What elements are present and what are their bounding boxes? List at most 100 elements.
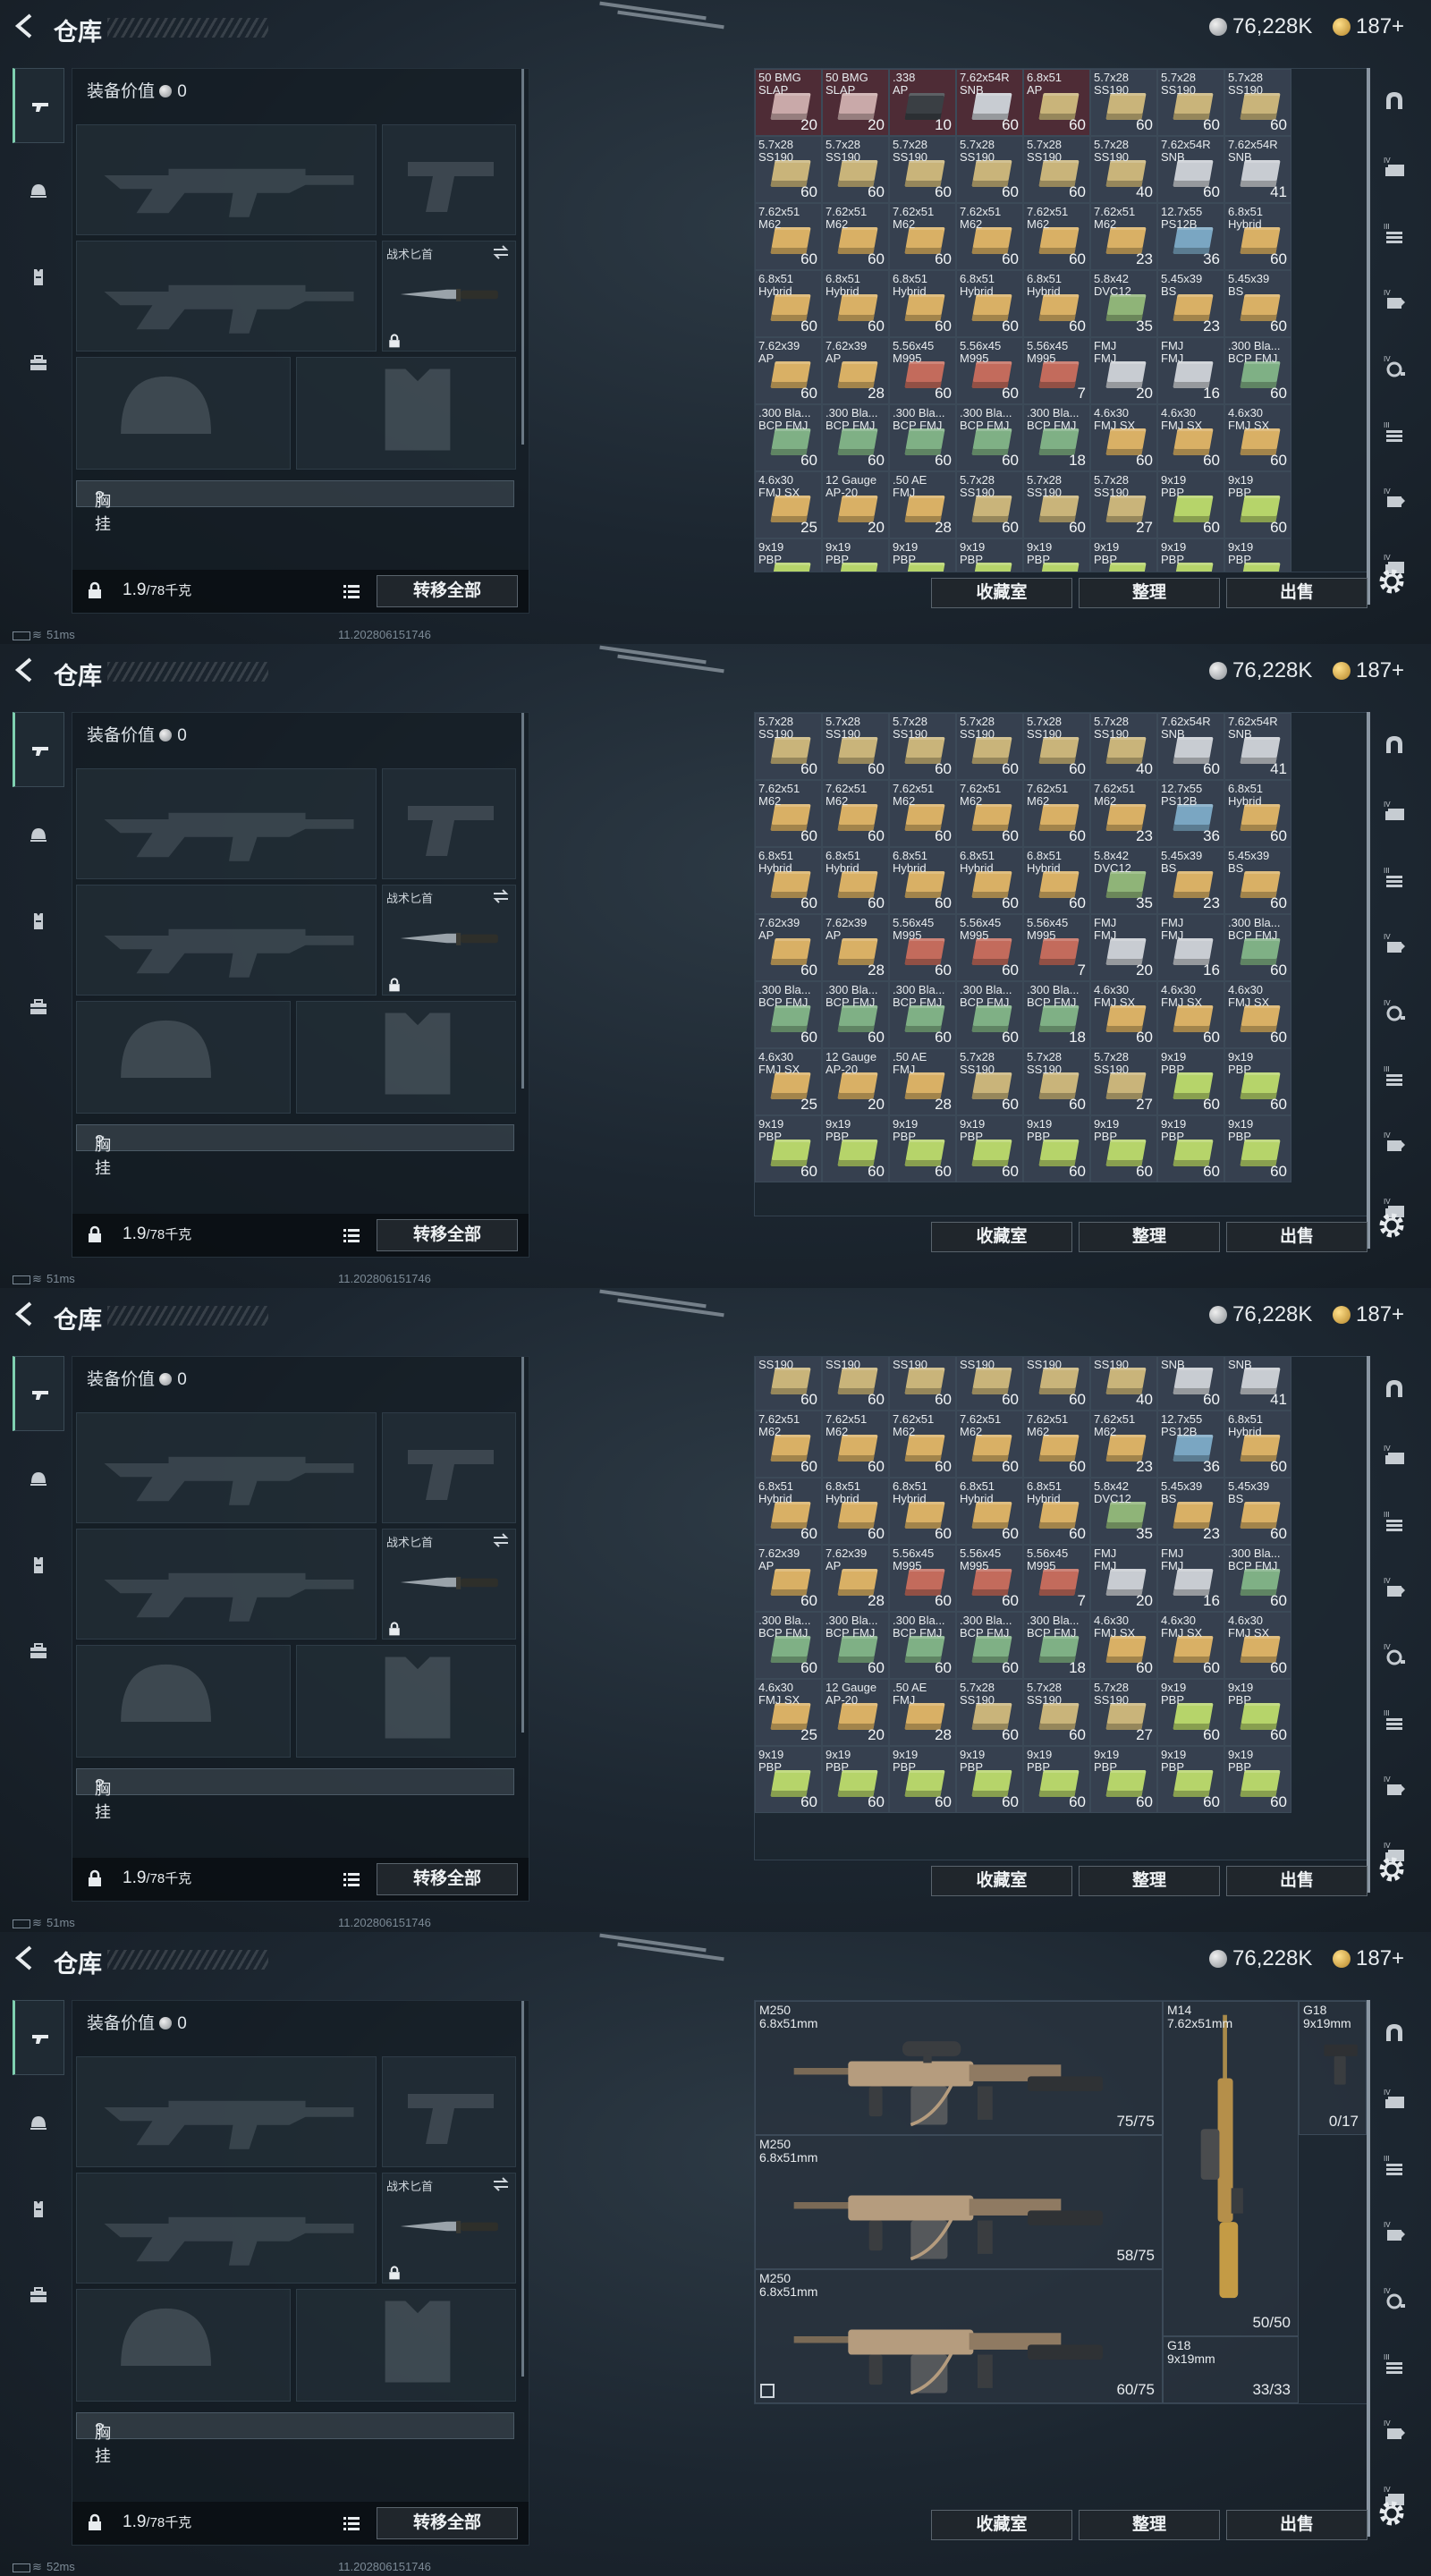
storage-tab-1[interactable] bbox=[1374, 1356, 1413, 1424]
ammo-item[interactable]: 9x19 PBP60 bbox=[822, 538, 889, 572]
ammo-item[interactable]: 4.6x30 FMJ SX 60 bbox=[1224, 981, 1291, 1048]
ammo-item[interactable]: 6.8x51 Hybrid 60 bbox=[755, 270, 822, 337]
ammo-item[interactable]: 6.8x51 Hybrid 60 bbox=[755, 847, 822, 914]
ammo-item[interactable]: 7.62x51 M62 60 bbox=[956, 1411, 1023, 1478]
ammo-item[interactable]: 4.6x30 FMJ SX 25 bbox=[755, 471, 822, 538]
ammo-item[interactable]: 4.6x30 FMJ SX 60 bbox=[1157, 1612, 1224, 1679]
ammo-item[interactable]: 9x19 PBP60 bbox=[1157, 538, 1224, 572]
ammo-item[interactable]: 4.6x30 FMJ SX 60 bbox=[1090, 981, 1157, 1048]
knife-slot[interactable]: 战术匕首 bbox=[382, 885, 516, 996]
ammo-item[interactable]: 7.62x51 M62 60 bbox=[1023, 203, 1090, 270]
gear-icon[interactable] bbox=[1376, 565, 1408, 597]
ammo-item[interactable]: 9x19 PBP60 bbox=[1224, 1115, 1291, 1182]
lock-icon[interactable] bbox=[85, 1224, 105, 1244]
ammo-item[interactable]: 5.56x45 M995 60 bbox=[956, 337, 1023, 404]
ammo-item[interactable]: 5.7x28 SS190 60 bbox=[822, 713, 889, 780]
equipment-scrollbar[interactable] bbox=[521, 69, 524, 445]
ammo-item[interactable]: 4.6x30 FMJ SX 60 bbox=[1157, 404, 1224, 471]
ammo-item[interactable]: 12.7x55 PS12B 36 bbox=[1157, 1411, 1224, 1478]
ammo-item[interactable]: 7.62x51 M62 60 bbox=[822, 780, 889, 847]
chest-rig-slot[interactable]: 胸挂 ? bbox=[76, 1768, 514, 1821]
ammo-item[interactable]: 7.62x54R SNB 60 bbox=[956, 69, 1023, 136]
pistol-slot[interactable] bbox=[382, 124, 516, 235]
weapon-item[interactable]: G18 9x19mm 33/33 bbox=[1163, 2336, 1299, 2403]
ammo-item[interactable]: 5.7x28 SS190 27 bbox=[1090, 471, 1157, 538]
back-arrow-icon[interactable] bbox=[13, 657, 39, 689]
storage-tab-4[interactable]: IV bbox=[1374, 267, 1413, 335]
storage-tab-5[interactable]: IV bbox=[1374, 977, 1413, 1045]
ammo-item[interactable]: .300 Bla... BCP FMJ 60 bbox=[755, 981, 822, 1048]
gold-currency[interactable]: 187+ bbox=[1333, 658, 1404, 683]
ammo-item[interactable]: 12 Gauge AP-20 20 bbox=[822, 1048, 889, 1115]
tab-bag[interactable] bbox=[13, 2258, 64, 2333]
ammo-item[interactable]: 9x19 PBP60 bbox=[755, 538, 822, 572]
ammo-item[interactable]: 7.62x51 M62 60 bbox=[956, 203, 1023, 270]
ammo-item[interactable]: 9x19 PBP60 bbox=[1224, 1679, 1291, 1746]
ammo-item[interactable]: 5.45x39 BS 60 bbox=[1224, 1478, 1291, 1545]
ammo-item[interactable]: 9x19 PBP60 bbox=[889, 538, 956, 572]
storage-tab-3[interactable]: III bbox=[1374, 2132, 1413, 2200]
ammo-item[interactable]: 9x19 PBP60 bbox=[755, 1746, 822, 1813]
primary-weapon-slot[interactable] bbox=[76, 2056, 377, 2167]
ammo-item[interactable]: 5.8x42 DVC12 35 bbox=[1090, 847, 1157, 914]
primary-weapon-slot[interactable] bbox=[76, 1412, 377, 1523]
sort-button[interactable]: 整理 bbox=[1079, 578, 1220, 608]
lock-icon[interactable] bbox=[85, 2512, 105, 2532]
ammo-item[interactable]: 5.56x45 M995 7 bbox=[1023, 337, 1090, 404]
ammo-item[interactable]: 5.7x28 SS190 60 bbox=[1224, 69, 1291, 136]
ammo-item[interactable]: FMJ FMJ 20 bbox=[1090, 914, 1157, 981]
ammo-item[interactable]: 5.7x28 SS190 40 bbox=[1090, 713, 1157, 780]
ammo-item[interactable]: 4.6x30 FMJ SX 60 bbox=[1090, 1612, 1157, 1679]
sort-button[interactable]: 整理 bbox=[1079, 2510, 1220, 2540]
ammo-item[interactable]: 9x19 PBP60 bbox=[1023, 1746, 1090, 1813]
back-arrow-icon[interactable] bbox=[13, 13, 39, 45]
gear-icon[interactable] bbox=[1376, 1209, 1408, 1241]
storage-tab-1[interactable] bbox=[1374, 68, 1413, 136]
ammo-item[interactable]: 4.6x30 FMJ SX 60 bbox=[1224, 1612, 1291, 1679]
tab-bag[interactable] bbox=[13, 970, 64, 1045]
ammo-item[interactable]: 5.7x28 SS190 60 bbox=[889, 136, 956, 203]
ammo-item[interactable]: .338 AP 10 bbox=[889, 69, 956, 136]
ammo-item[interactable]: 7.62x51 M62 60 bbox=[755, 1411, 822, 1478]
armor-slot[interactable] bbox=[296, 357, 516, 470]
ammo-item[interactable]: 7.62x51 M62 60 bbox=[1023, 780, 1090, 847]
ammo-item[interactable]: 7.62x51 M62 60 bbox=[889, 1411, 956, 1478]
ammo-item[interactable]: 7.62x39 AP 60 bbox=[755, 914, 822, 981]
helmet-slot[interactable] bbox=[76, 1645, 291, 1758]
sell-button[interactable]: 出售 bbox=[1226, 578, 1367, 608]
tab-vest[interactable] bbox=[13, 884, 64, 959]
ammo-item[interactable]: 5.7x28 SS190 60 bbox=[755, 1357, 822, 1411]
lock-icon[interactable] bbox=[85, 580, 105, 600]
pistol-slot[interactable] bbox=[382, 1412, 516, 1523]
ammo-item[interactable]: 5.7x28 SS190 60 bbox=[1023, 1048, 1090, 1115]
ammo-item[interactable]: 5.45x39 BS 23 bbox=[1157, 847, 1224, 914]
storage-tab-6[interactable]: III bbox=[1374, 399, 1413, 467]
ammo-item[interactable]: 9x19 PBP60 bbox=[1157, 1115, 1224, 1182]
equipment-scrollbar[interactable] bbox=[521, 713, 524, 1089]
armor-slot[interactable] bbox=[296, 2289, 516, 2402]
swap-icon[interactable] bbox=[492, 245, 510, 259]
helmet-slot[interactable] bbox=[76, 2289, 291, 2402]
ammo-item[interactable]: 5.7x28 SS190 60 bbox=[889, 1357, 956, 1411]
secondary-weapon-slot[interactable] bbox=[76, 2173, 377, 2284]
sort-button[interactable]: 整理 bbox=[1079, 1222, 1220, 1252]
helmet-slot[interactable] bbox=[76, 357, 291, 470]
ammo-item[interactable]: 5.7x28 SS190 60 bbox=[889, 713, 956, 780]
lock-icon[interactable] bbox=[85, 1868, 105, 1888]
ammo-item[interactable]: 5.7x28 SS190 60 bbox=[1023, 1357, 1090, 1411]
storage-tab-7[interactable]: IV bbox=[1374, 1753, 1413, 1821]
storage-scrollbar[interactable] bbox=[1367, 2000, 1370, 2537]
collection-button[interactable]: 收藏室 bbox=[931, 1222, 1072, 1252]
equipment-scrollbar[interactable] bbox=[521, 2001, 524, 2377]
ammo-item[interactable]: 5.7x28 SS190 60 bbox=[956, 471, 1023, 538]
storage-tab-5[interactable]: IV bbox=[1374, 1621, 1413, 1689]
ammo-item[interactable]: 5.56x45 M995 60 bbox=[956, 914, 1023, 981]
ammo-item[interactable]: 4.6x30 FMJ SX 25 bbox=[755, 1679, 822, 1746]
pistol-slot[interactable] bbox=[382, 768, 516, 879]
storage-tab-2[interactable]: IV bbox=[1374, 778, 1413, 846]
collection-button[interactable]: 收藏室 bbox=[931, 1866, 1072, 1896]
chest-rig-slot[interactable]: 胸挂 ? bbox=[76, 2412, 514, 2465]
ammo-item[interactable]: 7.62x51 M62 23 bbox=[1090, 1411, 1157, 1478]
storage-scrollbar[interactable] bbox=[1367, 712, 1370, 1249]
ammo-item[interactable]: FMJ FMJ 16 bbox=[1157, 914, 1224, 981]
